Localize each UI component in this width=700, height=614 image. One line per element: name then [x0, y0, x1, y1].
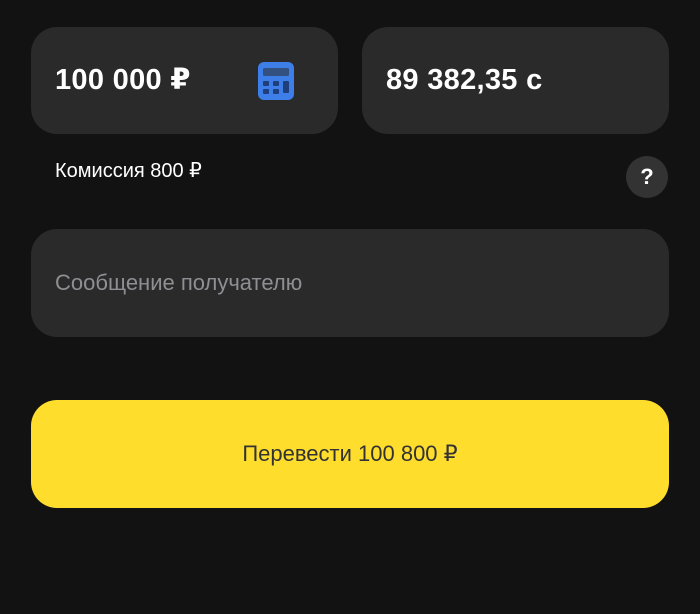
amount-value[interactable]: 100 000 ₽: [55, 27, 191, 134]
converted-amount-field[interactable]: 89 382,35 с: [362, 27, 669, 134]
commission-label: Комиссия 800 ₽: [55, 160, 202, 182]
question-mark-icon[interactable]: ?: [626, 156, 668, 198]
converted-amount-value: 89 382,35 с: [386, 64, 543, 96]
message-field[interactable]: [31, 229, 669, 337]
calculator-icon[interactable]: [258, 62, 294, 100]
message-input[interactable]: [31, 229, 669, 337]
amount-field[interactable]: 100 000 ₽: [31, 27, 338, 134]
transfer-button[interactable]: Перевести 100 800 ₽: [31, 400, 669, 508]
